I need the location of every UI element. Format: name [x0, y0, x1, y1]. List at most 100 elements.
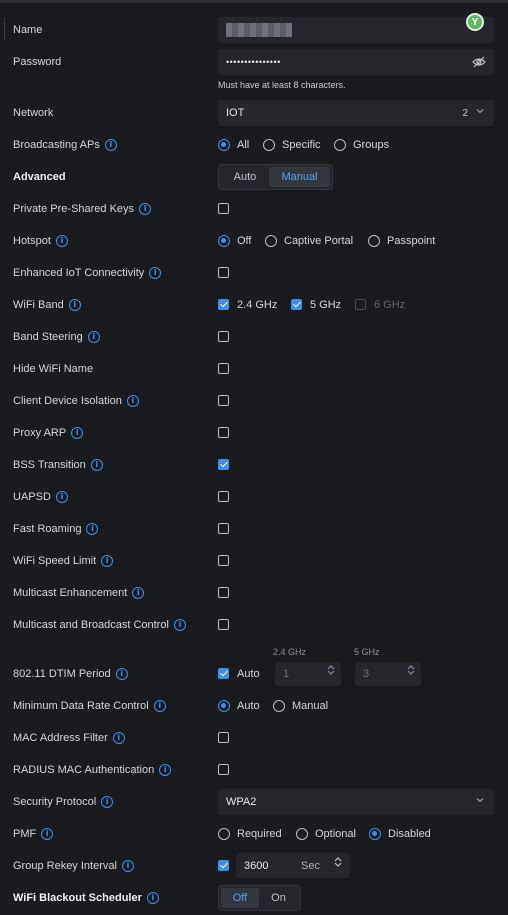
proxy-arp-checkbox[interactable]: [218, 427, 229, 438]
dtim-24-value: 1: [283, 668, 290, 680]
info-icon[interactable]: i: [55, 491, 68, 503]
network-label: Network: [13, 107, 54, 119]
speed-limit-label: WiFi Speed Limit i: [13, 551, 114, 571]
hide-name-checkbox[interactable]: [218, 363, 229, 374]
speed-limit-checkbox[interactable]: [218, 555, 229, 566]
info-icon[interactable]: i: [149, 267, 162, 279]
stepper-arrows-icon[interactable]: [407, 664, 415, 676]
eye-hidden-icon[interactable]: [472, 55, 486, 71]
uapsd-checkbox[interactable]: [218, 491, 229, 502]
info-icon[interactable]: i: [126, 395, 139, 407]
dtim-5-stepper[interactable]: 3: [355, 662, 421, 686]
option-passpoint: Passpoint: [387, 235, 436, 247]
band-5-checkbox[interactable]: [291, 299, 302, 310]
name-label: Name: [13, 24, 43, 36]
info-icon[interactable]: i: [121, 860, 134, 872]
dtim-col-5: 5 GHz: [354, 647, 380, 657]
option-groups: Groups: [353, 139, 390, 151]
radio-groups[interactable]: [334, 139, 346, 151]
bss-checkbox[interactable]: [218, 459, 229, 470]
radius-mac-label: RADIUS MAC Authentication i: [13, 760, 172, 780]
hide-name-label: Hide WiFi Name: [13, 363, 94, 375]
mac-filter-checkbox[interactable]: [218, 732, 229, 743]
info-icon[interactable]: i: [87, 331, 100, 343]
info-icon[interactable]: i: [159, 764, 172, 776]
info-icon[interactable]: i: [101, 555, 114, 567]
radio-min-rate-auto[interactable]: [218, 700, 230, 712]
info-icon[interactable]: i: [68, 299, 81, 311]
radio-pmf-disabled[interactable]: [369, 828, 381, 840]
dtim-24-stepper[interactable]: 1: [275, 662, 341, 686]
min-rate-label: Minimum Data Rate Control i: [13, 696, 166, 716]
info-icon[interactable]: i: [132, 587, 145, 599]
option-captive-portal: Captive Portal: [284, 235, 354, 247]
radio-captive-portal[interactable]: [265, 235, 277, 247]
dtim-auto-checkbox[interactable]: [218, 668, 229, 679]
info-icon[interactable]: i: [104, 139, 117, 151]
password-input[interactable]: •••••••••••••••: [218, 49, 494, 75]
radio-passpoint[interactable]: [368, 235, 380, 247]
dtim-auto-label: Auto: [237, 668, 260, 680]
blackout-on[interactable]: On: [259, 888, 298, 908]
fast-roaming-label: Fast Roaming i: [13, 519, 99, 539]
password-hint: Must have at least 8 characters.: [218, 80, 346, 90]
security-value: WPA2: [226, 796, 257, 808]
stepper-arrows-icon[interactable]: [327, 664, 335, 676]
band-6-checkbox: [355, 299, 366, 310]
isolation-checkbox[interactable]: [218, 395, 229, 406]
option-pmf-disabled: Disabled: [388, 828, 431, 840]
info-icon[interactable]: i: [173, 619, 186, 631]
radio-min-rate-manual[interactable]: [273, 700, 285, 712]
password-value: •••••••••••••••: [226, 57, 281, 67]
radio-specific[interactable]: [263, 139, 275, 151]
avatar-icon[interactable]: Y: [466, 13, 484, 31]
radius-mac-checkbox[interactable]: [218, 764, 229, 775]
advanced-auto[interactable]: Auto: [221, 167, 269, 187]
band-6-label: 6 GHz: [374, 299, 406, 311]
band-steering-checkbox[interactable]: [218, 331, 229, 342]
info-icon[interactable]: i: [41, 828, 54, 840]
network-select[interactable]: IOT 2: [218, 100, 494, 126]
advanced-manual[interactable]: Manual: [269, 167, 330, 187]
band-5-label: 5 GHz: [310, 299, 342, 311]
info-icon[interactable]: i: [112, 732, 125, 744]
info-icon[interactable]: i: [90, 459, 103, 471]
wifiband-label: WiFi Band i: [13, 295, 81, 315]
option-all: All: [237, 139, 250, 151]
stepper-arrows-icon[interactable]: [334, 856, 342, 868]
multicast-ctrl-checkbox[interactable]: [218, 619, 229, 630]
blackout-toggle: Off On: [218, 885, 301, 911]
ppsk-checkbox[interactable]: [218, 203, 229, 214]
radio-pmf-optional[interactable]: [296, 828, 308, 840]
option-min-rate-auto: Auto: [237, 700, 260, 712]
radio-all[interactable]: [218, 139, 230, 151]
info-icon[interactable]: i: [55, 235, 68, 247]
info-icon[interactable]: i: [115, 668, 128, 680]
name-input[interactable]: [218, 17, 494, 43]
rekey-input[interactable]: 3600 Sec: [236, 853, 350, 878]
iot-checkbox[interactable]: [218, 267, 229, 278]
info-icon[interactable]: i: [71, 427, 84, 439]
rekey-checkbox[interactable]: [218, 860, 229, 871]
info-icon[interactable]: i: [146, 892, 159, 904]
proxy-arp-label: Proxy ARP i: [13, 423, 84, 443]
radio-off[interactable]: [218, 235, 230, 247]
blackout-off[interactable]: Off: [221, 888, 259, 908]
info-icon[interactable]: i: [101, 796, 114, 808]
info-icon[interactable]: i: [153, 700, 166, 712]
multicast-enh-label: Multicast Enhancement i: [13, 583, 145, 603]
info-icon[interactable]: i: [139, 203, 152, 215]
info-icon[interactable]: i: [86, 523, 99, 535]
band-24-checkbox[interactable]: [218, 299, 229, 310]
network-count: 2: [462, 107, 468, 119]
security-label: Security Protocol i: [13, 792, 114, 812]
radio-pmf-required[interactable]: [218, 828, 230, 840]
multicast-enh-checkbox[interactable]: [218, 587, 229, 598]
fast-roaming-checkbox[interactable]: [218, 523, 229, 534]
security-select[interactable]: WPA2: [218, 789, 494, 815]
panel-edge: [0, 18, 5, 40]
mac-filter-label: MAC Address Filter i: [13, 728, 125, 748]
iot-label: Enhanced IoT Connectivity i: [13, 263, 162, 283]
top-divider: [0, 0, 508, 3]
multicast-ctrl-label: Multicast and Broadcast Control i: [13, 615, 186, 635]
